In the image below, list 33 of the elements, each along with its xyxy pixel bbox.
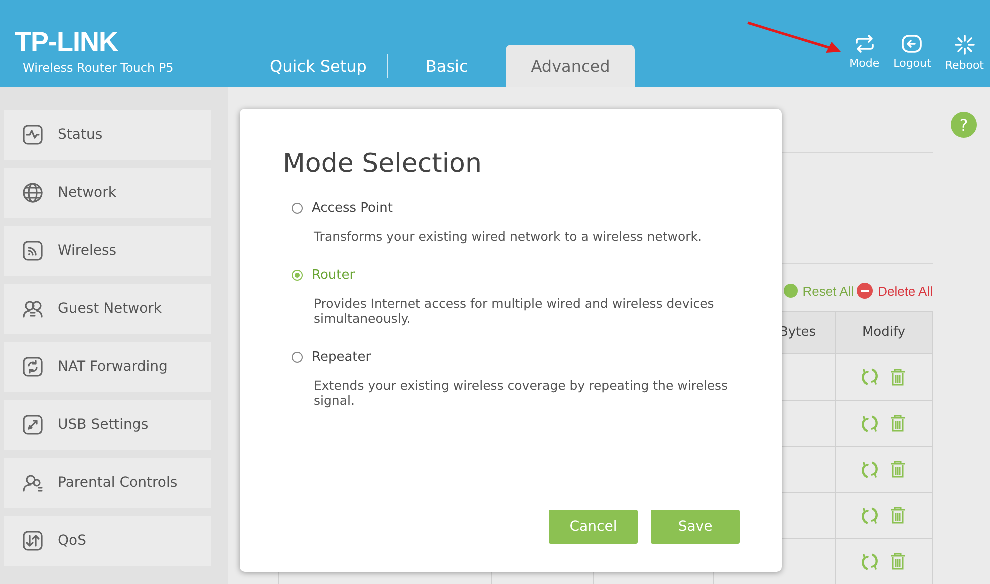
sidebar-label: Network	[58, 185, 116, 201]
model-name: Wireless Router Touch P5	[22, 61, 175, 75]
brand-logo: TP-LINK	[15, 27, 119, 57]
sidebar-item[interactable]: Network	[4, 168, 211, 218]
sidebar-item[interactable]: Guest Network	[4, 284, 211, 334]
sidebar-label: NAT Forwarding	[58, 359, 168, 375]
nav-tab[interactable]: Quick Setup	[250, 45, 387, 87]
sidebar-item[interactable]: QoS	[4, 516, 211, 566]
sidebar-label: QoS	[58, 533, 86, 549]
delete-all-link[interactable]: Delete All	[857, 283, 933, 299]
sidebar-label: Parental Controls	[58, 475, 178, 491]
dialog-title: Mode Selection	[283, 149, 483, 179]
sidebar-item[interactable]: Status	[4, 110, 211, 160]
sidebar-item[interactable]: Wireless	[4, 226, 211, 276]
column-header: Modify	[862, 325, 906, 340]
option-description: Transforms your existing wired network to a wireless network.	[314, 229, 704, 244]
sidebar-label: Wireless	[58, 243, 117, 259]
mode-radio[interactable]: Access Point	[292, 201, 740, 216]
mode-radio[interactable]: Router	[292, 268, 740, 283]
option-description: Provides Internet access for multiple wired and wireless devices simultaneously.	[314, 296, 716, 326]
option-description: Extends your existing wireless coverage by repeating the wireless signal.	[314, 378, 730, 408]
reboot-button[interactable]: Reboot	[945, 35, 984, 72]
sidebar-label: Status	[58, 127, 103, 143]
nav-tab[interactable]: Basic	[406, 45, 488, 87]
nav-tab[interactable]: Advanced	[506, 45, 636, 87]
logout-button[interactable]: Logout	[894, 35, 932, 72]
mode-radio[interactable]: Repeater	[292, 350, 740, 365]
sidebar-item[interactable]: NAT Forwarding	[4, 342, 211, 392]
sidebar-label: Guest Network	[58, 301, 162, 317]
sidebar-label: USB Settings	[58, 417, 149, 433]
sidebar-item[interactable]: USB Settings	[4, 400, 211, 450]
mode-button[interactable]: Mode	[850, 35, 880, 72]
sidebar-item[interactable]: Parental Controls	[4, 458, 211, 508]
